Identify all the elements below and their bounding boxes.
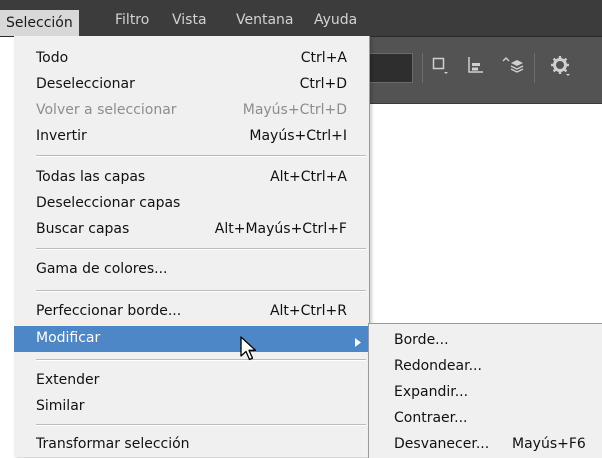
- menu-item-similar[interactable]: Similar: [14, 394, 369, 420]
- menu-item-label: Transformar selección: [36, 436, 190, 452]
- menu-item-label: Volver a seleccionar: [36, 102, 177, 118]
- menu-item-shortcut: Alt+Ctrl+R: [269, 303, 347, 319]
- menu-item-shortcut: Alt+Ctrl+A: [270, 169, 347, 185]
- seleccion-dropdown-menu: Todo Ctrl+A Deseleccionar Ctrl+D Volver …: [14, 36, 370, 457]
- submenu-item-shortcut: Mayús+F6: [512, 436, 586, 452]
- toolbar-divider: [422, 53, 423, 83]
- submenu-item-redondear[interactable]: Redondear...: [369, 354, 602, 380]
- menu-bar: Selección Filtro Vista Ventana Ayuda: [0, 0, 602, 37]
- menu-item-perfeccionar-borde[interactable]: Perfeccionar borde... Alt+Ctrl+R: [14, 299, 369, 325]
- menu-separator: [36, 424, 366, 426]
- menu-item-shortcut: Mayús+Ctrl+I: [249, 128, 347, 144]
- submenu-item-label: Redondear...: [394, 358, 482, 374]
- menu-separator: [36, 248, 366, 250]
- menu-item-deseleccionar[interactable]: Deseleccionar Ctrl+D: [14, 72, 369, 98]
- menu-item-label: Modificar: [36, 330, 101, 346]
- menu-item-label: Gama de colores...: [36, 261, 168, 277]
- menu-item-todas-las-capas[interactable]: Todas las capas Alt+Ctrl+A: [14, 165, 369, 191]
- menu-ayuda[interactable]: Ayuda: [308, 9, 363, 31]
- layer-arrange-icon[interactable]: [500, 55, 524, 79]
- menu-item-label: Todas las capas: [36, 169, 146, 185]
- menu-item-shortcut: Mayús+Ctrl+D: [242, 102, 347, 118]
- submenu-item-label: Desvanecer...: [394, 436, 490, 452]
- submenu-arrow-icon: [355, 335, 361, 351]
- menu-seleccion[interactable]: Selección: [0, 10, 79, 36]
- menu-item-buscar-capas[interactable]: Buscar capas Alt+Mayús+Ctrl+F: [14, 217, 369, 243]
- mouse-pointer-icon: [240, 336, 258, 366]
- menu-separator: [36, 359, 366, 361]
- submenu-item-expandir[interactable]: Expandir...: [369, 380, 602, 406]
- submenu-item-label: Expandir...: [394, 384, 469, 400]
- menu-item-todo[interactable]: Todo Ctrl+A: [14, 46, 369, 72]
- menu-item-label: Buscar capas: [36, 221, 130, 237]
- menu-item-shortcut: Ctrl+D: [299, 76, 347, 92]
- menu-item-label: Deseleccionar capas: [36, 195, 181, 211]
- submenu-item-contraer[interactable]: Contraer...: [369, 406, 602, 432]
- toolbar-field[interactable]: [370, 53, 413, 83]
- menu-item-gama-de-colores[interactable]: Gama de colores...: [14, 257, 369, 283]
- menu-item-label: Similar: [36, 398, 85, 414]
- menu-item-extender[interactable]: Extender: [14, 368, 369, 394]
- menu-item-shortcut: Alt+Mayús+Ctrl+F: [214, 221, 347, 237]
- menu-item-shortcut: Ctrl+A: [300, 50, 347, 66]
- submenu-item-label: Contraer...: [394, 410, 468, 426]
- menu-item-label: Todo: [36, 50, 69, 66]
- modificar-submenu: Borde... Redondear... Expandir... Contra…: [368, 323, 602, 458]
- menu-separator: [36, 155, 366, 157]
- menu-item-volver-a-seleccionar: Volver a seleccionar Mayús+Ctrl+D: [14, 98, 369, 124]
- align-bottom-icon[interactable]: [466, 55, 486, 79]
- menu-filtro[interactable]: Filtro: [109, 9, 155, 31]
- menu-item-label: Invertir: [36, 128, 87, 144]
- menu-item-label: Deseleccionar: [36, 76, 135, 92]
- menu-item-deseleccionar-capas[interactable]: Deseleccionar capas: [14, 191, 369, 217]
- menu-separator: [36, 290, 366, 292]
- options-toolbar: [370, 37, 602, 104]
- menu-item-transformar-seleccion[interactable]: Transformar selección: [14, 432, 369, 458]
- menu-item-modificar[interactable]: Modificar: [14, 326, 369, 352]
- toolbar-divider: [534, 53, 535, 83]
- submenu-item-desvanecer[interactable]: Desvanecer... Mayús+F6: [369, 432, 602, 458]
- submenu-item-borde[interactable]: Borde...: [369, 328, 602, 354]
- menu-ventana[interactable]: Ventana: [230, 9, 300, 31]
- menu-item-invertir[interactable]: Invertir Mayús+Ctrl+I: [14, 124, 369, 150]
- menu-item-label: Perfeccionar borde...: [36, 303, 182, 319]
- rectangle-dropdown-icon[interactable]: [432, 55, 450, 79]
- gear-icon[interactable]: [550, 55, 572, 81]
- menu-vista[interactable]: Vista: [166, 9, 213, 31]
- submenu-item-label: Borde...: [394, 332, 449, 348]
- menu-item-label: Extender: [36, 372, 100, 388]
